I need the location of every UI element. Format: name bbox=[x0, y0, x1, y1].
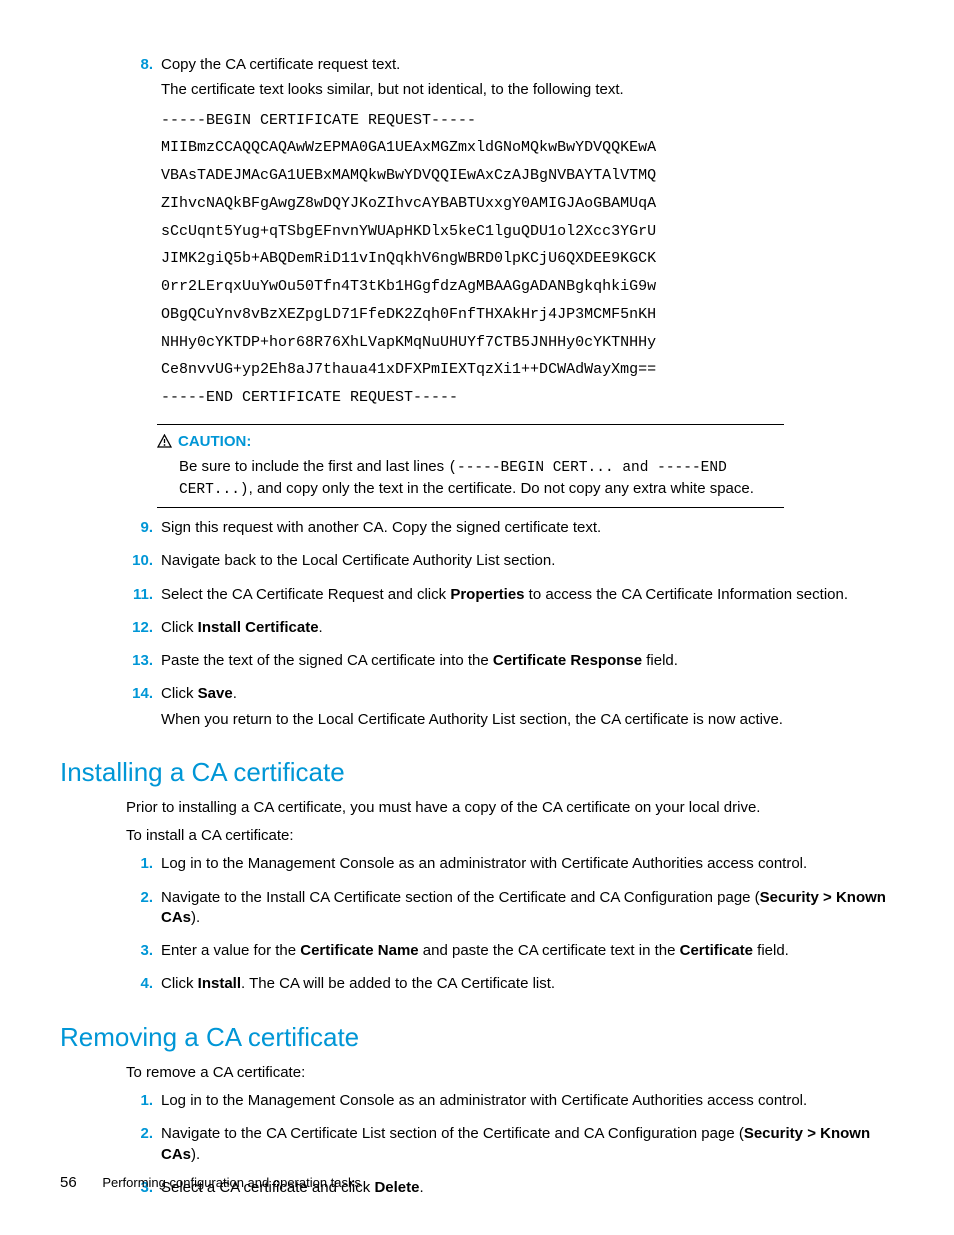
caution-code: and bbox=[614, 460, 658, 476]
bold-term: Install bbox=[198, 975, 241, 992]
list-step: 9. Sign this request with another CA. Cop… bbox=[126, 518, 894, 543]
step-text: Log in to the Management Console as an a… bbox=[161, 854, 894, 874]
heading-removing-ca: Removing a CA certificate bbox=[60, 1020, 894, 1055]
install-intro: Prior to installing a CA certificate, yo… bbox=[126, 798, 894, 847]
bold-term: Security > Known CAs bbox=[161, 889, 886, 926]
list-step: 2. Navigate to the Install CA Certificate… bbox=[126, 888, 894, 934]
step-8-line2: The certificate text looks similar, but … bbox=[161, 80, 894, 100]
install-intro-line1: Prior to installing a CA certificate, yo… bbox=[126, 798, 894, 818]
step-number: 2. bbox=[126, 1124, 153, 1144]
caution-code: CERT...) bbox=[179, 482, 249, 498]
step-number: 4. bbox=[126, 974, 153, 994]
step-number: 14. bbox=[126, 684, 153, 704]
caution-header-row: CAUTION: bbox=[157, 432, 784, 454]
step-text: Navigate to the CA Certificate List sect… bbox=[161, 1124, 894, 1165]
caution-body: Be sure to include the first and last li… bbox=[179, 457, 784, 500]
step-body: Navigate back to the Local Certificate A… bbox=[161, 551, 894, 576]
bold-term: Certificate Name bbox=[300, 942, 418, 959]
bold-term: Install Certificate bbox=[198, 619, 319, 636]
caution-code: (-----BEGIN CERT... bbox=[448, 460, 613, 476]
bold-term: Save bbox=[198, 685, 233, 702]
step-number: 13. bbox=[126, 651, 153, 671]
step-text: Paste the text of the signed CA certific… bbox=[161, 651, 894, 671]
step-body: Log in to the Management Console as an a… bbox=[161, 854, 894, 879]
list-step: 14. Click Save. When you return to the Loc… bbox=[126, 684, 894, 735]
step-text: Click Install Certificate. bbox=[161, 618, 894, 638]
caution-label: CAUTION: bbox=[178, 432, 251, 452]
step-body: Enter a value for the Certificate Name a… bbox=[161, 941, 894, 966]
caution-triangle-icon bbox=[157, 434, 172, 454]
step-text: Navigate back to the Local Certificate A… bbox=[161, 551, 894, 571]
remove-intro: To remove a CA certificate: bbox=[126, 1063, 894, 1083]
list-step: 4. Click Install. The CA will be added to… bbox=[126, 974, 894, 999]
certificate-request-code-block: -----BEGIN CERTIFICATE REQUEST----- MIIB… bbox=[161, 107, 894, 412]
step-number: 10. bbox=[126, 551, 153, 571]
install-intro-line2: To install a CA certificate: bbox=[126, 826, 894, 846]
step-text: Log in to the Management Console as an a… bbox=[161, 1091, 894, 1111]
list-step: 1. Log in to the Management Console as an… bbox=[126, 1091, 894, 1116]
caution-admonition: CAUTION: Be sure to include the first an… bbox=[157, 424, 784, 508]
step-number: 11. bbox=[126, 585, 153, 605]
bold-term: Certificate bbox=[680, 942, 753, 959]
page-footer: 56 Performing configuration and operatio… bbox=[60, 1173, 361, 1193]
step-body: Sign this request with another CA. Copy … bbox=[161, 518, 894, 543]
step-body: Paste the text of the signed CA certific… bbox=[161, 651, 894, 676]
heading-installing-ca: Installing a CA certificate bbox=[60, 755, 894, 790]
list-step: 10. Navigate back to the Local Certificat… bbox=[126, 551, 894, 576]
step-8-line1: Copy the CA certificate request text. bbox=[161, 55, 894, 75]
step-number: 8. bbox=[126, 55, 153, 75]
list-step: 12. Click Install Certificate. bbox=[126, 618, 894, 643]
step-number: 1. bbox=[126, 1091, 153, 1111]
step-text: When you return to the Local Certificate… bbox=[161, 710, 894, 730]
steps-9-to-14: 9. Sign this request with another CA. Cop… bbox=[60, 518, 894, 735]
page-number: 56 bbox=[60, 1174, 77, 1191]
step-text: Select the CA Certificate Request and cl… bbox=[161, 585, 894, 605]
install-steps-list: 1. Log in to the Management Console as an… bbox=[60, 854, 894, 999]
list-step: 3. Enter a value for the Certificate Name… bbox=[126, 941, 894, 966]
list-step-8: 8. Copy the CA certificate request text.… bbox=[126, 55, 894, 416]
remove-intro-line: To remove a CA certificate: bbox=[126, 1063, 894, 1083]
chapter-title: Performing configuration and operation t… bbox=[102, 1175, 361, 1190]
page: 8. Copy the CA certificate request text.… bbox=[0, 0, 954, 1235]
step-body: Click Install Certificate. bbox=[161, 618, 894, 643]
step-body: Click Install. The CA will be added to t… bbox=[161, 974, 894, 999]
step-text: Sign this request with another CA. Copy … bbox=[161, 518, 894, 538]
list-step: 11. Select the CA Certificate Request and… bbox=[126, 585, 894, 610]
step-text: Click Install. The CA will be added to t… bbox=[161, 974, 894, 994]
step-number: 9. bbox=[126, 518, 153, 538]
list-step: 1. Log in to the Management Console as an… bbox=[126, 854, 894, 879]
step-body: Log in to the Management Console as an a… bbox=[161, 1091, 894, 1116]
step-body: Copy the CA certificate request text. Th… bbox=[161, 55, 894, 416]
step-text: Navigate to the Install CA Certificate s… bbox=[161, 888, 894, 929]
list-step: 13. Paste the text of the signed CA certi… bbox=[126, 651, 894, 676]
bold-term: Properties bbox=[450, 586, 524, 603]
step-number: 3. bbox=[126, 941, 153, 961]
step-number: 2. bbox=[126, 888, 153, 908]
step-body: Select the CA Certificate Request and cl… bbox=[161, 585, 894, 610]
caution-text: Be sure to include the first and last li… bbox=[179, 458, 448, 475]
bold-term: Security > Known CAs bbox=[161, 1125, 870, 1162]
step-body: Click Save. When you return to the Local … bbox=[161, 684, 894, 735]
caution-text: , and copy only the text in the certific… bbox=[249, 480, 754, 497]
step-number: 1. bbox=[126, 854, 153, 874]
step-text: Click Save. bbox=[161, 684, 894, 704]
bold-term: Delete bbox=[374, 1179, 419, 1196]
step-number: 12. bbox=[126, 618, 153, 638]
bold-term: Certificate Response bbox=[493, 652, 642, 669]
step-body: Navigate to the Install CA Certificate s… bbox=[161, 888, 894, 934]
caution-code: -----END bbox=[657, 460, 727, 476]
list-step: 2. Navigate to the CA Certificate List se… bbox=[126, 1124, 894, 1170]
step-body: Navigate to the CA Certificate List sect… bbox=[161, 1124, 894, 1170]
step-text: Enter a value for the Certificate Name a… bbox=[161, 941, 894, 961]
